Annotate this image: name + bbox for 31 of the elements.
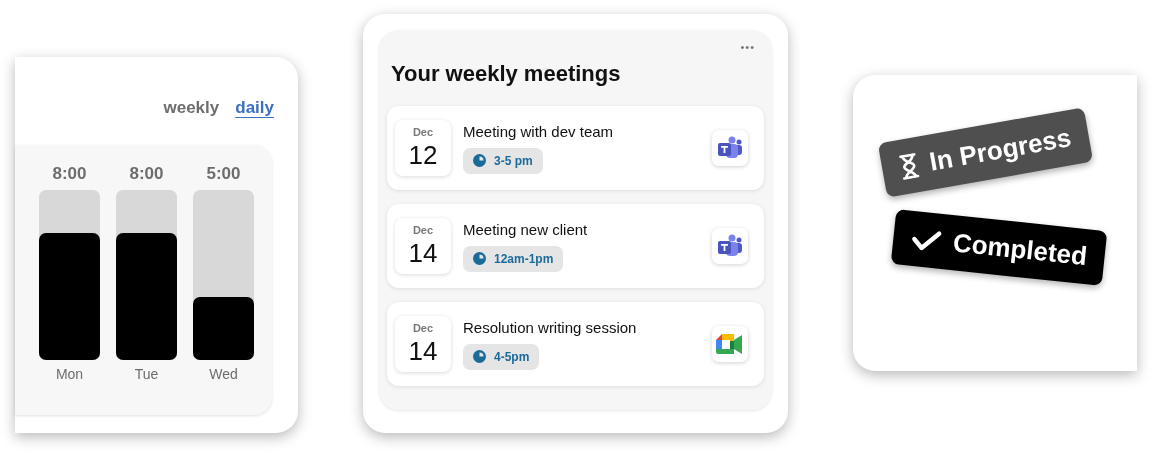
date-day: 14 <box>408 240 438 266</box>
day-label: Wed <box>209 365 238 384</box>
clock-icon <box>473 350 486 363</box>
date-month: Dec <box>412 323 434 334</box>
tab[interactable]: daily <box>235 95 274 121</box>
meeting-title: Meeting new client <box>463 220 589 240</box>
clock-icon <box>473 154 486 167</box>
panel-title: Your weekly meetings <box>390 59 622 88</box>
bar-value: 8:00 <box>52 162 87 185</box>
day-label: Tue <box>134 365 159 384</box>
video-call-app-icon <box>717 135 743 160</box>
tab[interactable]: weekly <box>163 95 220 121</box>
hourglass-icon <box>898 151 921 181</box>
date-month: Dec <box>412 225 434 236</box>
date-day: 14 <box>408 338 438 364</box>
date-day: 12 <box>408 142 438 168</box>
meeting-title: Meeting with dev team <box>463 122 615 142</box>
status-label: In Progress <box>926 121 1075 179</box>
video-call-app-icon <box>717 233 743 258</box>
meeting-title: Resolution writing session <box>463 318 638 338</box>
bar-value: 8:00 <box>129 162 164 185</box>
clock-icon <box>473 252 486 265</box>
meeting-time: 12am-1pm <box>494 250 554 268</box>
video-camera-icon <box>716 331 744 356</box>
more-button[interactable]: ••• <box>739 38 756 57</box>
meeting-time: 4-5pm <box>494 348 530 366</box>
meeting-time: 3-5 pm <box>494 152 533 170</box>
bar-value: 5:00 <box>206 162 241 185</box>
date-month: Dec <box>412 127 434 138</box>
status-label: Completed <box>951 226 1089 274</box>
day-label: Mon <box>55 365 84 384</box>
